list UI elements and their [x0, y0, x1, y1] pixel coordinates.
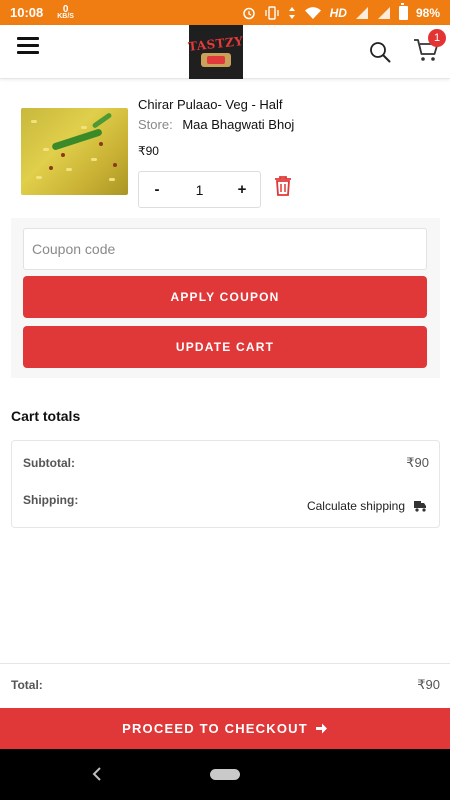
status-time: 10:08 [10, 5, 44, 20]
checkout-label: PROCEED TO CHECKOUT [122, 721, 308, 736]
store-info: Store: Maa Bhagwati Bhoj [138, 117, 294, 132]
signal-2-icon [377, 6, 390, 19]
network-speed: 0 KB/S [57, 3, 74, 20]
search-icon[interactable] [369, 41, 391, 63]
update-cart-button[interactable]: UPDATE CART [23, 326, 427, 368]
status-bar: 10:08 0 KB/S HD 98% [0, 0, 450, 25]
order-total-bar: Total: ₹90 [0, 663, 450, 708]
store-label: Store: [138, 117, 173, 132]
subtotal-label: Subtotal: [23, 456, 75, 470]
total-label: Total: [11, 678, 43, 692]
increase-quantity-button[interactable]: + [224, 181, 260, 198]
network-type-label: HD [329, 5, 347, 20]
subtotal-value: ₹90 [406, 455, 429, 470]
product-price: ₹90 [138, 144, 159, 158]
quantity-value[interactable]: 1 [175, 182, 224, 198]
logo-graphic [201, 53, 231, 67]
arrow-right-icon [315, 723, 327, 734]
shipping-label: Shipping: [23, 493, 79, 507]
nav-home-button[interactable] [210, 769, 240, 780]
battery-level: 98% [415, 5, 440, 20]
network-speed-value: 0 [62, 3, 69, 15]
quantity-stepper: - 1 + [138, 171, 261, 208]
cart-totals-box: Subtotal: ₹90 Shipping: Calculate shippi… [11, 440, 440, 528]
product-name[interactable]: Chirar Pulaao- Veg - Half [138, 97, 283, 112]
menu-icon[interactable] [17, 37, 39, 55]
apply-coupon-button[interactable]: APPLY COUPON [23, 276, 427, 318]
logo-text: TASTZY [187, 34, 245, 54]
total-value: ₹90 [417, 677, 440, 692]
coupon-code-input[interactable] [23, 228, 427, 270]
wifi-icon [304, 6, 321, 19]
nav-back-icon[interactable] [90, 766, 104, 782]
vibrate-icon [264, 5, 279, 20]
network-speed-unit: KB/S [57, 12, 74, 20]
cart-count-badge[interactable]: 1 [428, 29, 446, 47]
product-image[interactable] [21, 108, 128, 195]
calculate-shipping-link[interactable]: Calculate shipping [307, 499, 427, 513]
battery-icon [398, 2, 408, 20]
trash-icon[interactable] [274, 175, 292, 197]
store-name: Maa Bhagwati Bhoj [182, 117, 295, 132]
data-arrows-icon [288, 6, 295, 19]
cart-totals-title: Cart totals [11, 408, 81, 424]
decrease-quantity-button[interactable]: - [139, 181, 175, 198]
brand-logo[interactable]: TASTZY [187, 25, 245, 79]
app-header: TASTZY 1 [0, 25, 450, 79]
system-nav-bar [0, 749, 450, 800]
signal-icon [355, 6, 368, 19]
proceed-to-checkout-button[interactable]: PROCEED TO CHECKOUT [0, 708, 450, 749]
alarm-icon [242, 7, 255, 19]
truck-icon [414, 501, 426, 512]
status-icons: HD 98% [242, 2, 440, 20]
calculate-shipping-text: Calculate shipping [306, 499, 405, 513]
coupon-panel: APPLY COUPON UPDATE CART [11, 218, 440, 378]
